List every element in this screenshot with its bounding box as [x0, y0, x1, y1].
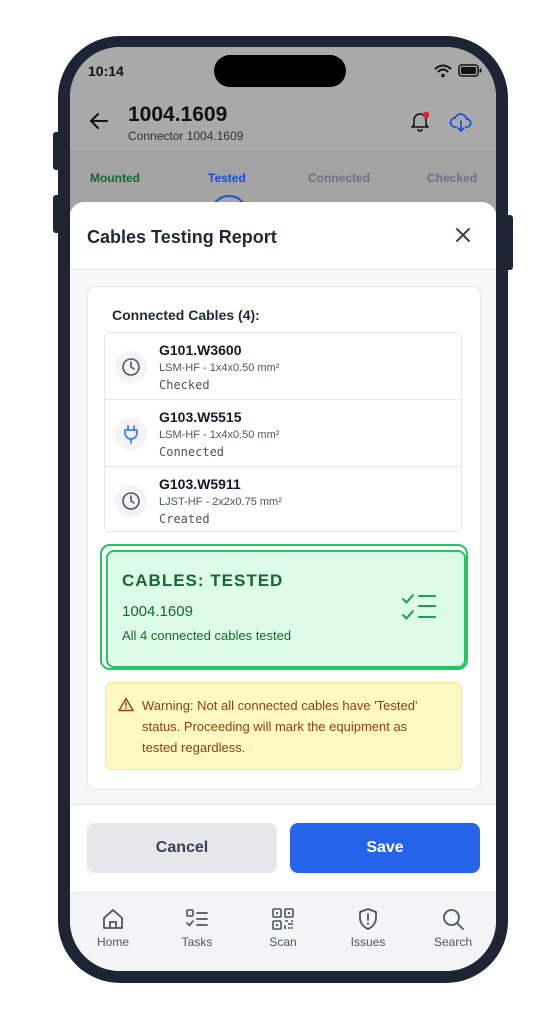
nav-issues[interactable]: Issues [338, 907, 398, 949]
tested-subtitle: All 4 connected cables tested [122, 628, 292, 643]
phone-side-button [505, 215, 513, 270]
page-title: 1004.1609 [128, 103, 228, 126]
sheet-title: Cables Testing Report [87, 227, 277, 247]
back-arrow-icon[interactable] [89, 112, 109, 130]
cable-name: G101.W3600 [159, 342, 242, 358]
tasks-icon [186, 909, 208, 927]
cable-spec: LSM-HF - 1x4x0.50 mm² [159, 429, 280, 441]
save-button[interactable]: Save [290, 823, 480, 873]
clock-icon [115, 351, 147, 383]
clock-icon [115, 485, 147, 517]
home-icon [103, 909, 123, 929]
phone-side-button [53, 132, 61, 170]
cable-status: Created [159, 512, 210, 526]
nav-home-label: Home [96, 935, 129, 949]
battery-icon [458, 64, 482, 77]
wifi-icon [434, 64, 452, 78]
connected-cables-label: Connected Cables (4): [112, 307, 260, 323]
cable-status: Connected [159, 445, 225, 459]
cable-spec: LJST-HF - 2x2x0.75 mm² [159, 496, 282, 508]
shield-alert-icon [359, 908, 377, 930]
close-icon[interactable] [455, 227, 471, 243]
nav-scan[interactable]: Scan [253, 907, 313, 949]
nav-tasks[interactable]: Tasks [167, 907, 227, 949]
notification-bell-icon[interactable] [409, 110, 431, 132]
page-subtitle: Connector 1004.1609 [128, 129, 244, 143]
tested-id: 1004.1609 [122, 603, 193, 620]
warning-triangle-icon [118, 697, 134, 712]
nav-search-label: Search [433, 935, 473, 949]
cable-name: G103.W5911 [159, 476, 241, 492]
nav-home[interactable]: Home [83, 907, 143, 949]
tab-tested[interactable]: Tested [208, 171, 246, 185]
cable-name: G103.W5515 [159, 409, 242, 425]
tested-title: CABLES: TESTED [122, 571, 284, 590]
tab-mounted[interactable]: Mounted [90, 171, 140, 185]
cancel-button[interactable]: Cancel [87, 823, 277, 873]
cable-spec: LSM-HF - 1x4x0.50 mm² [159, 362, 280, 374]
search-icon [443, 909, 464, 930]
status-time: 10:14 [88, 63, 124, 79]
nav-issues-label: Issues [350, 935, 386, 949]
screen: 10:14 1004.1609 Connector 1004.1609 Moun… [70, 47, 496, 971]
tab-checked[interactable]: Checked [427, 171, 477, 185]
list-item[interactable]: G101.W3600 LSM-HF - 1x4x0.50 mm² Checked [105, 333, 461, 400]
warning-text: Warning: Not all connected cables have '… [142, 698, 418, 755]
checklist-icon [402, 594, 436, 620]
dynamic-island [214, 55, 346, 87]
nav-scan-label: Scan [269, 935, 297, 949]
list-item[interactable]: G103.W5515 LSM-HF - 1x4x0.50 mm² Connect… [105, 400, 461, 467]
list-item[interactable]: G103.W5911 LJST-HF - 2x2x0.75 mm² Create… [105, 467, 461, 531]
phone-side-button [53, 195, 61, 233]
cable-status: Checked [159, 378, 210, 392]
plug-icon [115, 418, 147, 450]
tab-connected[interactable]: Connected [308, 171, 370, 185]
nav-tasks-label: Tasks [181, 935, 213, 949]
nav-search[interactable]: Search [423, 907, 483, 949]
cable-list: G101.W3600 LSM-HF - 1x4x0.50 mm² Checked… [104, 332, 462, 532]
cloud-download-icon[interactable] [449, 111, 473, 133]
qr-scan-icon [272, 908, 294, 930]
